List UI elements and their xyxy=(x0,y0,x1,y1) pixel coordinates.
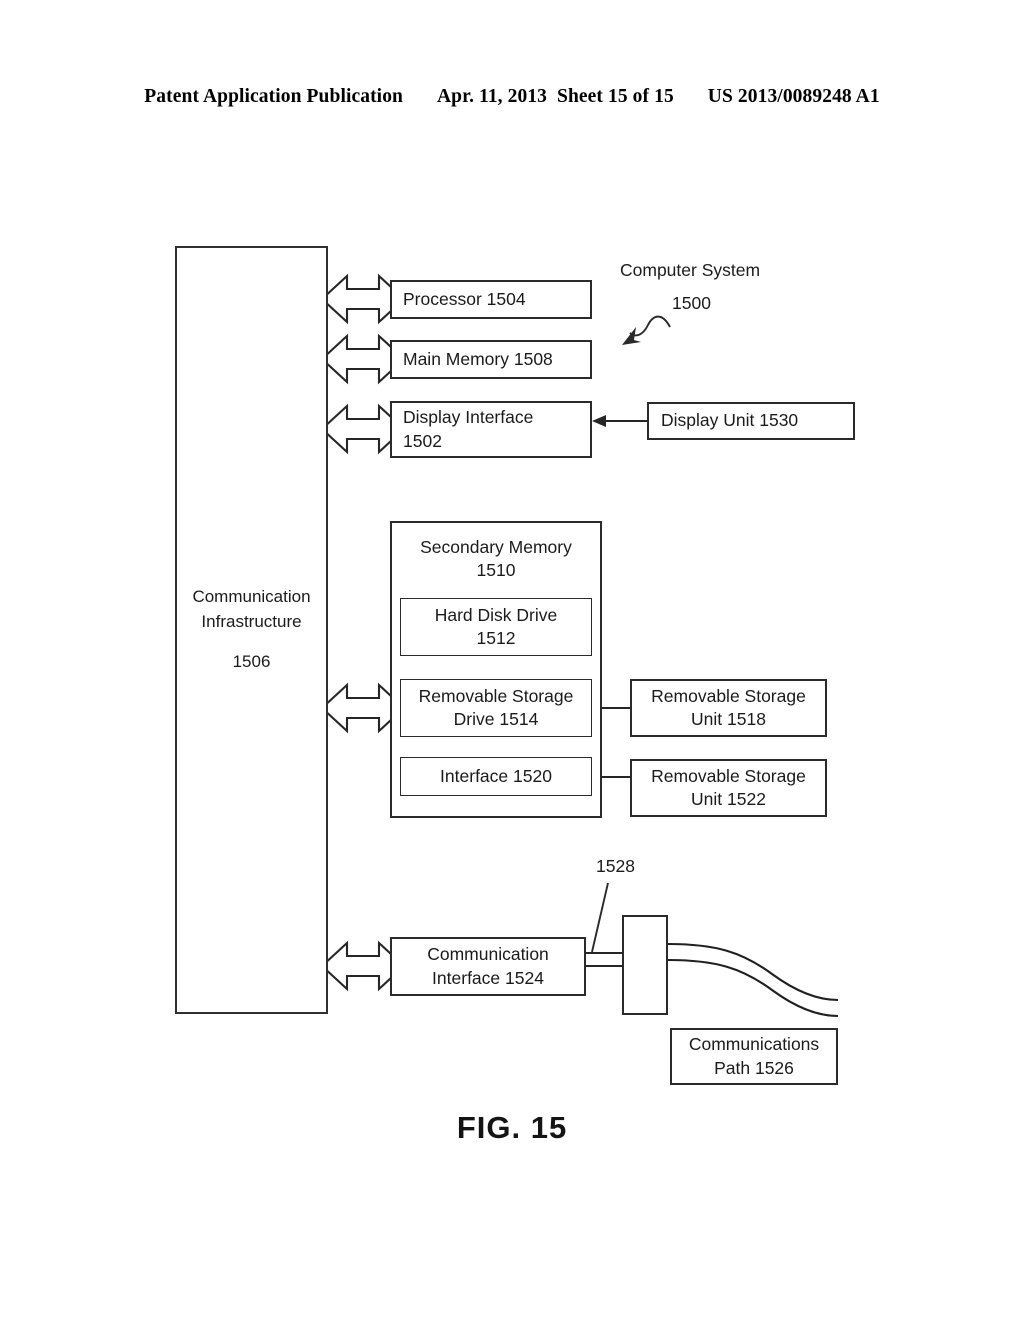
block-main-memory[interactable]: Main Memory 1508 xyxy=(390,340,592,379)
bus-reference-number: 1506 xyxy=(232,652,271,672)
block-hard-disk-drive[interactable]: Hard Disk Drive 1512 xyxy=(400,598,592,656)
block-display-interface[interactable]: Display Interface 1502 xyxy=(390,401,592,458)
label-reference-1528: 1528 xyxy=(596,856,635,876)
block-communication-infrastructure[interactable]: Communication Infrastructure 1506 xyxy=(175,246,328,1014)
block-communications-path[interactable]: Communications Path 1526 xyxy=(670,1028,838,1085)
cable-upper-curve xyxy=(667,942,839,1002)
processor-label: Processor 1504 xyxy=(403,288,526,309)
block-display-unit[interactable]: Display Unit 1530 xyxy=(647,402,855,440)
bus-label-line2: Infrastructure xyxy=(201,611,302,631)
removable-storage-unit-1518-label-line1: Removable Storage xyxy=(651,685,806,706)
removable-storage-drive-label-line1: Removable Storage xyxy=(418,685,574,706)
communications-path-label-line1: Communications xyxy=(688,1034,820,1055)
label-computer-system: Computer System xyxy=(620,260,761,280)
interface-1520-label: Interface 1520 xyxy=(440,765,552,786)
display-interface-label-line1: Display Interface xyxy=(403,407,534,428)
communication-interface-label-line1: Communication xyxy=(427,944,549,965)
arrowhead-squiggle-1500 xyxy=(622,327,641,345)
communications-path-label-line2: Path 1526 xyxy=(714,1057,794,1078)
block-removable-storage-drive[interactable]: Removable Storage Drive 1514 xyxy=(400,679,592,737)
block-processor[interactable]: Processor 1504 xyxy=(390,280,592,319)
cable-lower-curve xyxy=(667,958,839,1018)
block-communication-interface[interactable]: Communication Interface 1524 xyxy=(390,937,586,996)
removable-storage-drive-label-line2: Drive 1514 xyxy=(453,709,539,729)
secondary-memory-label-line1: Secondary Memory xyxy=(420,537,572,557)
hard-disk-drive-label-line1: Hard Disk Drive xyxy=(434,604,558,625)
block-removable-storage-unit-1518[interactable]: Removable Storage Unit 1518 xyxy=(630,679,827,737)
secondary-memory-label-line2: 1510 xyxy=(476,559,516,580)
display-interface-label-line2: 1502 xyxy=(403,430,442,451)
communication-interface-label-line2: Interface 1524 xyxy=(432,967,544,988)
removable-storage-unit-1522-label-line1: Removable Storage xyxy=(651,765,806,786)
label-computer-system-number: 1500 xyxy=(672,293,711,313)
arrowhead-display-interface xyxy=(592,415,606,427)
figure-caption: FIG. 15 xyxy=(456,1110,568,1145)
block-interface-1520[interactable]: Interface 1520 xyxy=(400,757,592,796)
removable-storage-unit-1518-label-line2: Unit 1518 xyxy=(691,709,766,729)
block-cable-connector-1528[interactable] xyxy=(622,915,668,1015)
display-unit-label: Display Unit 1530 xyxy=(661,410,799,431)
bus-label-line1: Communication xyxy=(192,587,311,607)
squiggle-pointer-1500 xyxy=(629,315,671,337)
main-memory-label: Main Memory 1508 xyxy=(403,348,553,369)
lead-line-1528 xyxy=(591,882,609,953)
hard-disk-drive-label-line2: 1512 xyxy=(476,628,516,648)
removable-storage-unit-1522-label-line2: Unit 1522 xyxy=(691,789,766,809)
block-removable-storage-unit-1522[interactable]: Removable Storage Unit 1522 xyxy=(630,759,827,817)
